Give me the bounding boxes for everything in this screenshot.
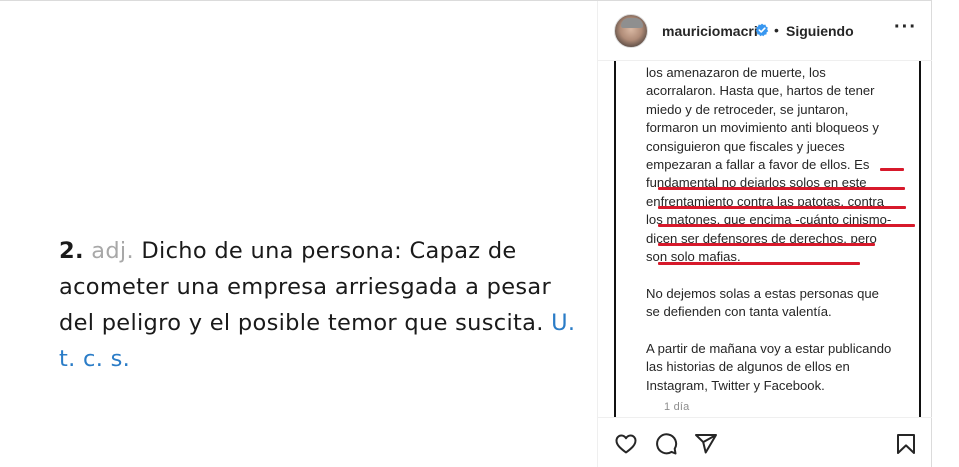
following-button[interactable]: Siguiendo: [786, 23, 854, 39]
highlight-underline: [658, 187, 905, 190]
heart-icon[interactable]: [614, 432, 638, 456]
highlight-underline: [658, 224, 915, 227]
post-timestamp[interactable]: 1 día: [664, 401, 689, 413]
post-header: mauriciomacri • Siguiendo ···: [598, 1, 932, 61]
post-sidebar: mauriciomacri • Siguiendo ··· los amenaz…: [597, 1, 932, 467]
post-image: 2. adj. Dicho de una persona: Capaz de a…: [0, 1, 597, 467]
caption-paragraph-1: los amenazaron de muerte, los acorralaro…: [646, 65, 892, 265]
action-bar: [598, 417, 932, 467]
page-gutter: [932, 0, 959, 467]
highlight-underline: [658, 262, 860, 265]
definition-abbreviation: adj.: [91, 238, 134, 264]
bookmark-icon[interactable]: [894, 432, 918, 456]
separator-dot: •: [774, 22, 779, 38]
verified-badge-icon: [755, 23, 769, 37]
comment-icon[interactable]: [654, 432, 678, 456]
post-caption: los amenazaron de muerte, los acorralaro…: [646, 64, 896, 395]
highlight-underline: [658, 206, 906, 209]
highlight-underline: [880, 168, 904, 171]
avatar-hair: [621, 18, 643, 28]
avatar[interactable]: [614, 14, 648, 48]
caption-paragraph-2: No dejemos solas a estas personas que se…: [646, 285, 879, 320]
definition-number: 2.: [59, 238, 84, 264]
share-icon[interactable]: [694, 432, 718, 456]
username-link[interactable]: mauriciomacri: [662, 23, 758, 39]
more-options-icon[interactable]: ···: [894, 17, 918, 41]
caption-paragraph-3: A partir de mañana voy a estar publicand…: [646, 341, 892, 393]
highlight-underline: [658, 243, 875, 246]
dictionary-definition: 2. adj. Dicho de una persona: Capaz de a…: [59, 233, 579, 377]
